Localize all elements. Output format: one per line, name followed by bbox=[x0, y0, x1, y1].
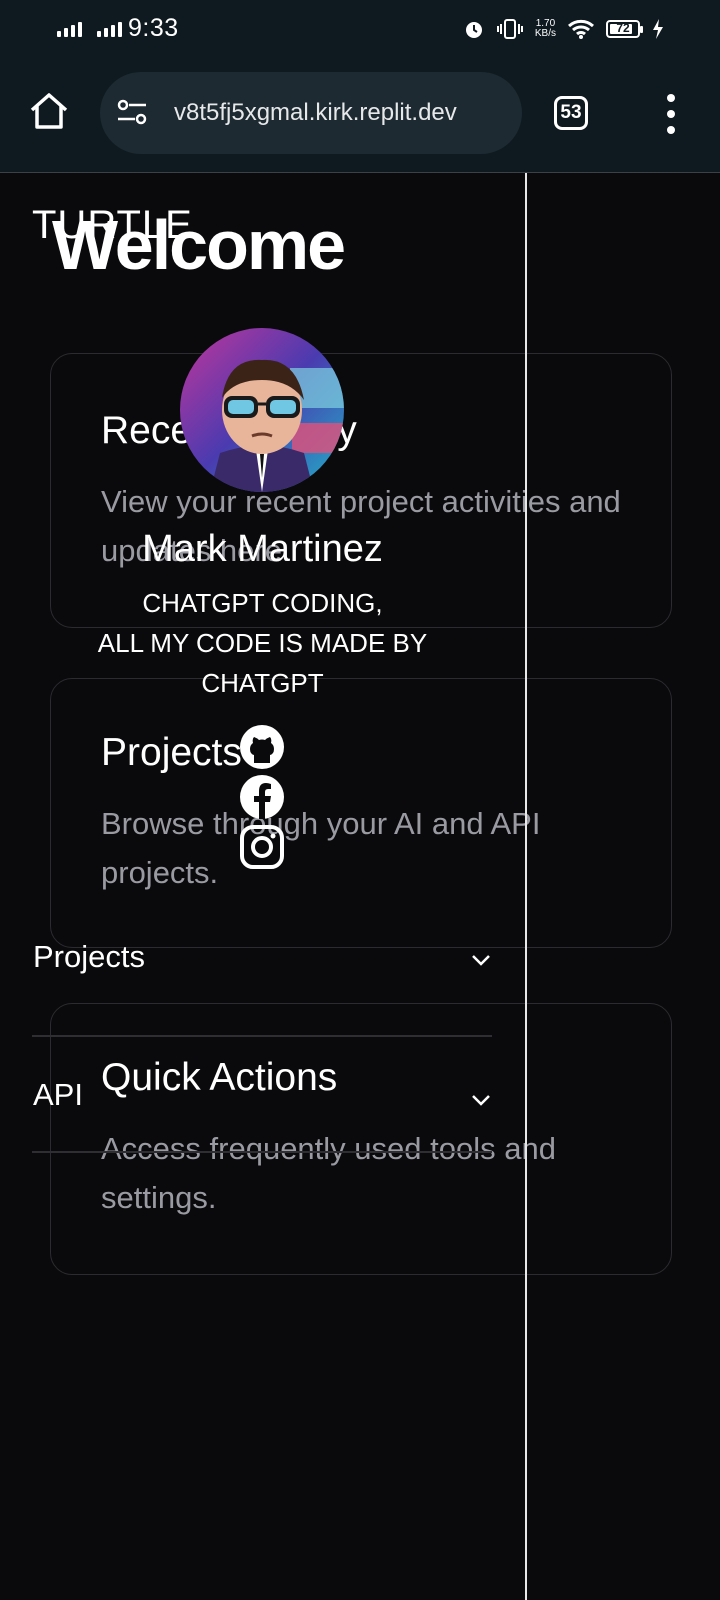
alarm-icon bbox=[465, 22, 482, 38]
sidebar-item-label: API bbox=[33, 1077, 83, 1112]
github-icon[interactable] bbox=[238, 723, 286, 771]
charging-icon bbox=[653, 19, 663, 39]
site-settings-icon[interactable] bbox=[116, 99, 148, 125]
instagram-icon[interactable] bbox=[238, 823, 286, 871]
profile-bio: CHATGPT CODING, ALL MY CODE IS MADE BY C… bbox=[97, 588, 428, 698]
wifi-icon bbox=[568, 19, 594, 39]
vibrate-icon bbox=[496, 19, 523, 39]
facebook-icon[interactable] bbox=[238, 773, 286, 821]
battery-icon: 72 bbox=[606, 20, 643, 38]
sidebar-item-projects[interactable]: Projects bbox=[32, 923, 492, 1037]
url-text[interactable]: v8t5fj5xgmal.kirk.replit.dev bbox=[174, 99, 457, 127]
sidebar-item-api[interactable]: API bbox=[32, 1035, 492, 1153]
browser-toolbar: v8t5fj5xgmal.kirk.replit.dev 53 bbox=[0, 62, 720, 173]
brand-logo-text[interactable]: TURTLE bbox=[32, 203, 193, 248]
signal-icon bbox=[57, 22, 82, 37]
profile-name: Mark Martinez bbox=[142, 528, 383, 570]
page-content: Recent Activity View your recent project… bbox=[0, 173, 720, 1600]
address-bar[interactable]: v8t5fj5xgmal.kirk.replit.dev bbox=[100, 72, 522, 154]
more-options-icon[interactable] bbox=[664, 94, 678, 134]
chevron-down-icon bbox=[472, 1095, 490, 1106]
status-bar: 9:33 1.70 KB/s 72 bbox=[0, 0, 720, 62]
chevron-down-icon bbox=[472, 955, 490, 966]
network-speed: 1.70 KB/s bbox=[534, 18, 556, 39]
tab-switcher-button[interactable]: 53 bbox=[554, 96, 588, 130]
sidebar-item-label: Projects bbox=[33, 939, 145, 974]
sidebar-panel: TURTLE Mark Martinez CHATGPT CODING, ALL… bbox=[0, 173, 527, 1600]
avatar bbox=[180, 328, 344, 492]
signal-icon-2 bbox=[97, 22, 122, 37]
status-time: 9:33 bbox=[128, 14, 179, 42]
home-icon[interactable] bbox=[28, 90, 70, 132]
